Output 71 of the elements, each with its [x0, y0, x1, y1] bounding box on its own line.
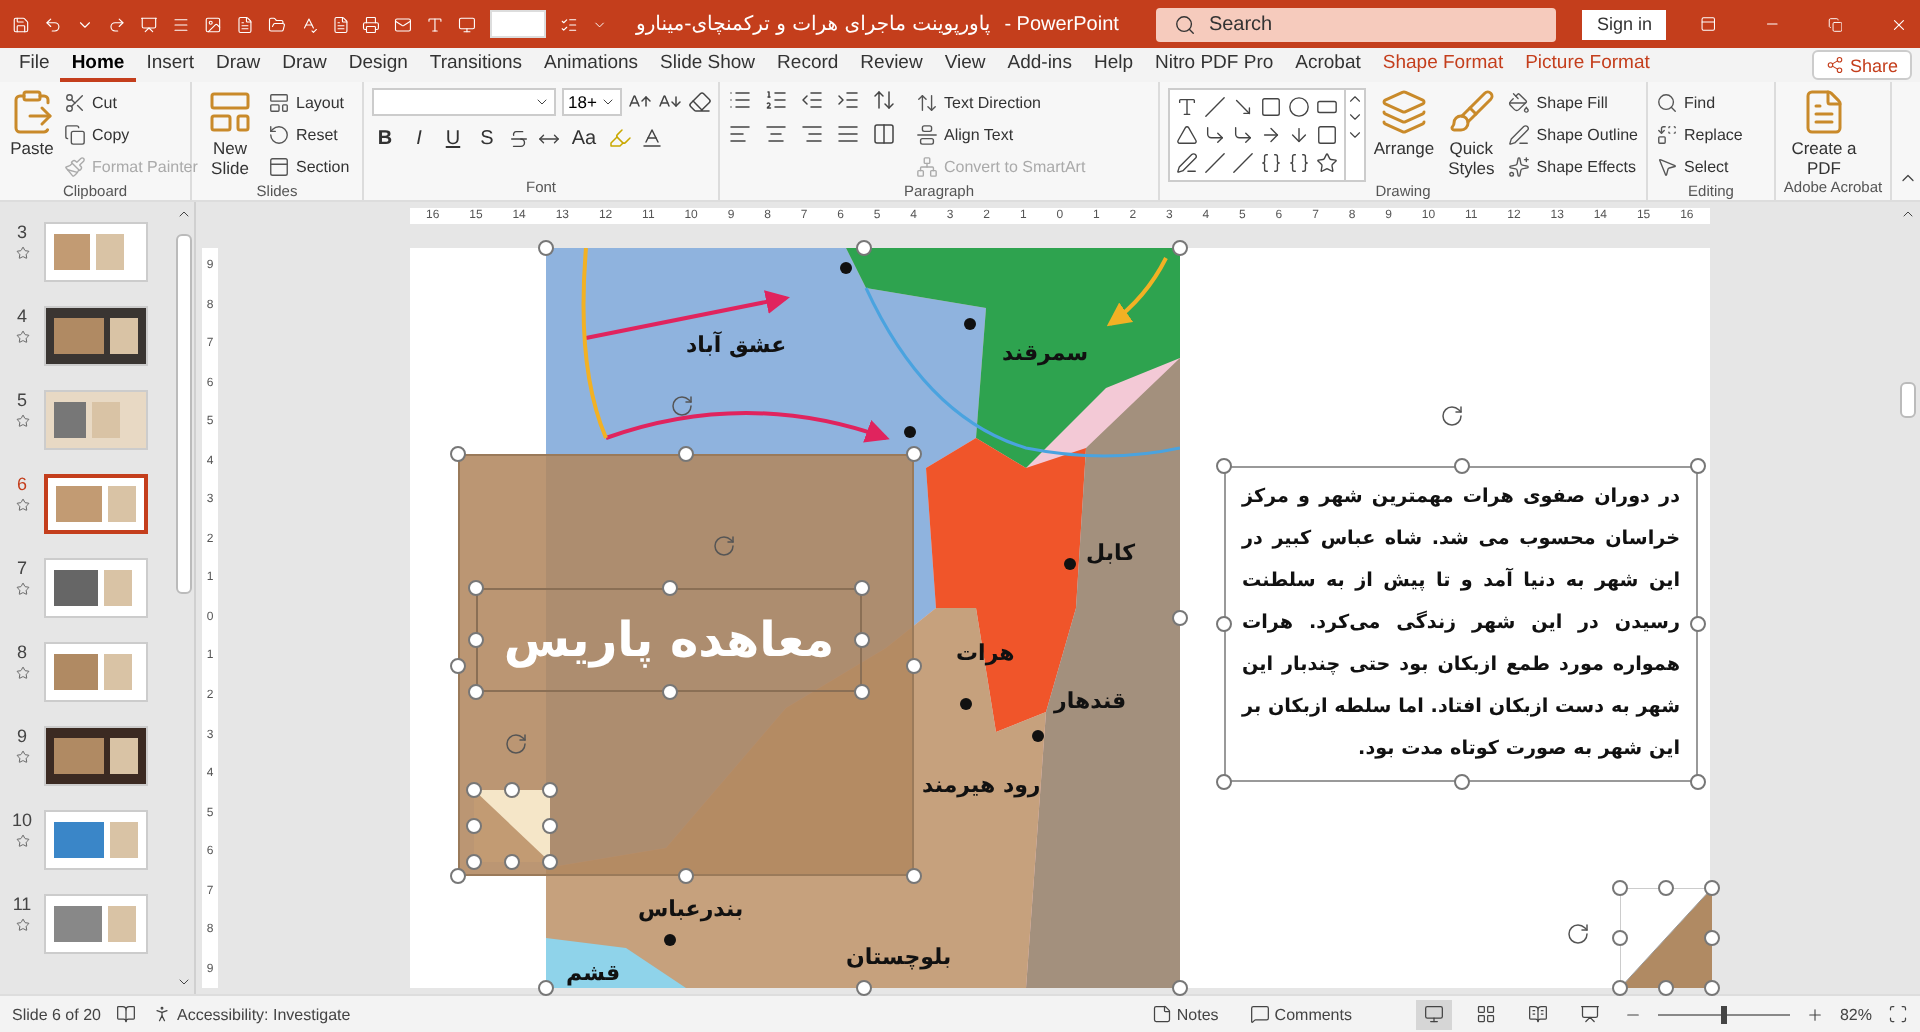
format-button[interactable]: U [440, 127, 466, 149]
map-label: کابل [1086, 540, 1135, 566]
slide-number: 4 [16, 306, 27, 326]
section-button[interactable]: Section [268, 152, 350, 182]
map-label: بلوچستان [846, 944, 952, 970]
accessibility-button[interactable]: Accessibility: Investigate [152, 1004, 351, 1024]
ribbon-tab[interactable]: Acrobat [1284, 48, 1372, 82]
ribbon-tab[interactable]: View [933, 48, 997, 82]
map-label: قشم [566, 960, 621, 986]
shape-outline-button[interactable]: Shape Outline [1508, 120, 1638, 150]
replace-button[interactable]: Replace [1656, 120, 1743, 150]
ribbon-tab[interactable]: Help [1082, 48, 1145, 82]
align-text-button[interactable]: Align Text [916, 120, 1086, 150]
map-label: قندهار [1054, 688, 1127, 714]
slide-number: 10 [11, 810, 32, 830]
ribbon-tab[interactable]: Insert [135, 48, 205, 82]
comments-button[interactable]: Comments [1250, 1004, 1352, 1024]
ribbon-tab[interactable]: Slide Show [649, 48, 767, 82]
app-name: - PowerPoint [1004, 13, 1119, 35]
ribbon-tab[interactable]: Draw [204, 48, 272, 82]
ribbon-tab[interactable]: Shape Format [1371, 48, 1515, 82]
slide-number: 6 [16, 474, 27, 494]
slide-number: 9 [16, 726, 27, 746]
cut-button[interactable]: Cut [64, 88, 198, 118]
sign-in-button[interactable]: Sign in [1582, 9, 1666, 39]
quick-styles-button[interactable]: Quick Styles [1442, 88, 1501, 178]
arrange-button[interactable]: Arrange [1374, 88, 1434, 158]
slide-number: 5 [16, 390, 27, 410]
ribbon-tab[interactable]: Transitions [418, 48, 534, 82]
font-size-field[interactable]: 18+ [562, 88, 622, 116]
share-button[interactable]: Share [1811, 50, 1912, 80]
slide-number: 7 [16, 558, 27, 578]
zoom-percentage[interactable]: 82% [1839, 1005, 1872, 1023]
select-button[interactable]: Select [1656, 152, 1743, 182]
document-title: پاورپوینت ماجرای هرات و ترکمنچای-مینارو [636, 13, 991, 35]
map-label: سمرقند [1002, 340, 1089, 366]
ribbon-tab[interactable]: Design [337, 48, 419, 82]
ribbon-tab[interactable]: Review [849, 48, 934, 82]
map-label: هرات [956, 640, 1015, 666]
body-paragraph: در دوران صفوی هرات مهمترین شهر و مرکز خراسان محسوب می شد. شاه عباس کبیر در این شهر به دنیا آمد و تا پیش از به سلطنت رسیدن در این شهر زندگی می‌کرد. هرات همواره مورد طمع ازبکان بود حتی چندبار این شهر به دست ازبکان افتاد. اما سلطه ازبکان بر این شهر به صورت کوتاه مدت بود. [1242, 484, 1680, 764]
ribbon-tab[interactable]: File [8, 48, 61, 82]
format-button[interactable]: S [474, 127, 500, 149]
change-case-button[interactable]: Aa [568, 127, 600, 149]
new-slide-button[interactable]: New Slide [200, 88, 260, 178]
map-label: رود هیرمند [922, 772, 1041, 798]
slide-counter: Slide 6 of 20 [12, 1005, 101, 1023]
reset-button[interactable]: Reset [268, 120, 350, 150]
slide-number: 8 [16, 642, 27, 662]
shape-effects-button[interactable]: Shape Effects [1508, 152, 1638, 182]
ribbon-tab[interactable]: Nitro PDF Pro [1144, 48, 1285, 82]
text-direction-button[interactable]: Text Direction [916, 88, 1086, 118]
map-label: بندرعباس [638, 896, 744, 922]
slide-number: 3 [16, 222, 27, 242]
ribbon-tab[interactable]: Record [766, 48, 850, 82]
paste-button[interactable]: Paste [8, 88, 56, 158]
format-button[interactable]: I [406, 127, 432, 149]
layout-button[interactable]: Layout [268, 88, 350, 118]
slide-number: 11 [12, 894, 32, 914]
map-label: عشق آباد [686, 332, 787, 358]
format-button[interactable]: B [372, 127, 398, 149]
ribbon-tab[interactable]: Draw [271, 48, 338, 82]
ribbon-tab[interactable]: Add-ins [996, 48, 1083, 82]
create-pdf-button[interactable]: Create a PDF [1784, 88, 1864, 178]
find-button[interactable]: Find [1656, 88, 1743, 118]
copy-button[interactable]: Copy [64, 120, 198, 150]
ribbon-tab[interactable]: Picture Format [1514, 48, 1661, 82]
search-field[interactable]: Search [1156, 7, 1557, 41]
slide-title: معاهده پاریس [503, 612, 835, 668]
notes-button[interactable]: Notes [1152, 1004, 1219, 1024]
ribbon-tab[interactable]: Animations [533, 48, 650, 82]
shape-fill-button[interactable]: Shape Fill [1508, 88, 1638, 118]
